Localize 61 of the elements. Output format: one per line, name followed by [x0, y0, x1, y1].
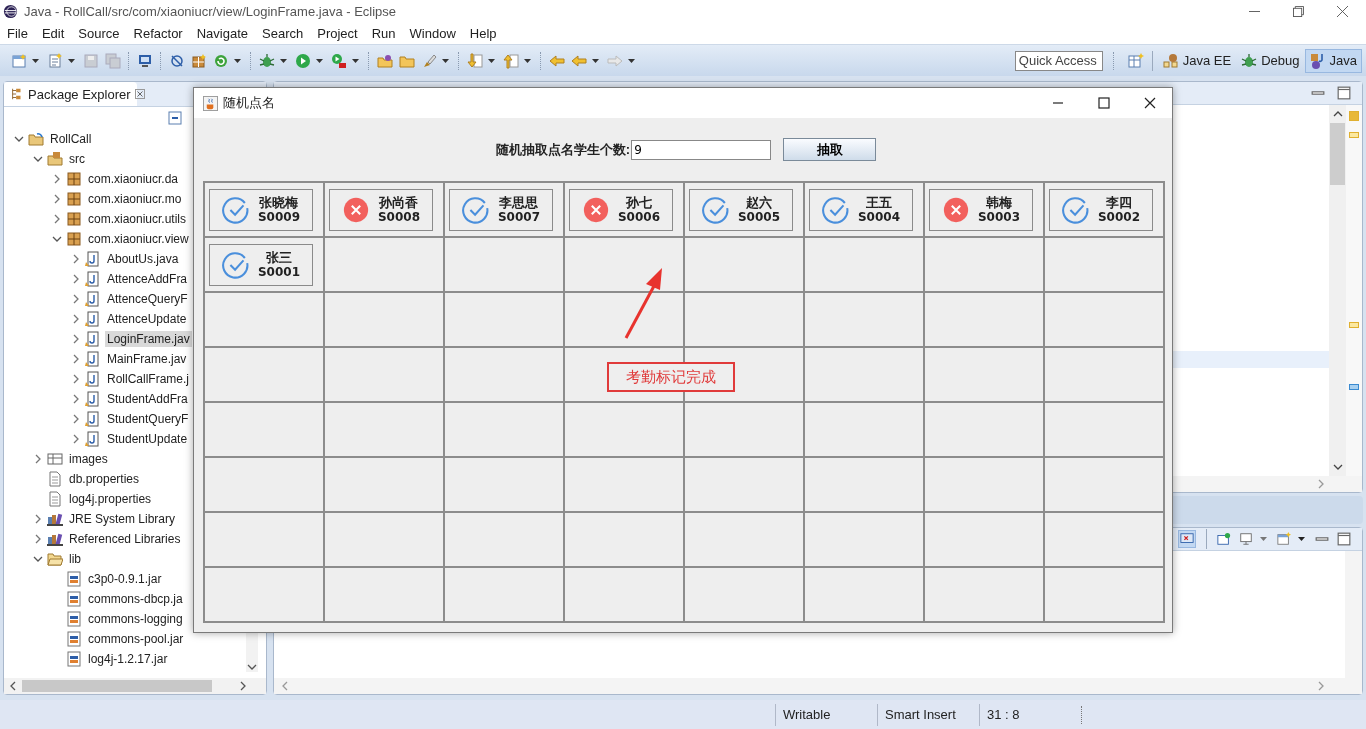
tree-item[interactable]: AttenceAddFra — [105, 271, 190, 287]
tree-item[interactable]: LoginFrame.jav — [105, 331, 192, 347]
student-card[interactable]: 张三 S0001 — [209, 243, 313, 286]
tree-item[interactable]: JRE System Library — [67, 511, 178, 527]
student-card[interactable]: 孙尚香 S0008 — [329, 188, 433, 231]
tab-label: Package Explorer — [28, 86, 131, 102]
tree-item[interactable]: StudentQueryF — [105, 411, 191, 427]
menu-item[interactable]: Help — [469, 25, 497, 41]
annotation-label: 考勤标记完成 — [607, 362, 735, 392]
student-card[interactable]: 王五 S0004 — [809, 188, 913, 231]
tree-item[interactable]: RollCallFrame.j — [105, 371, 191, 387]
count-field[interactable]: 9 — [631, 139, 772, 160]
count-label: 随机抽取点名学生个数: — [495, 140, 631, 159]
perspective-button[interactable]: Java — [1304, 48, 1362, 73]
student-card[interactable]: 赵六 S0005 — [689, 188, 793, 231]
tree-item[interactable]: src — [67, 151, 87, 167]
status-text: Smart Insert — [877, 703, 979, 726]
tree-item[interactable]: StudentAddFra — [105, 391, 190, 407]
tree-item[interactable]: lib — [67, 551, 83, 567]
tree-item[interactable]: c3p0-0.9.1.jar — [86, 571, 164, 587]
tree-item[interactable]: AboutUs.java — [105, 251, 181, 267]
tree-item[interactable]: images — [67, 451, 110, 467]
tree-item[interactable]: log4j-1.2.17.jar — [86, 651, 170, 667]
student-card[interactable]: 李思思 S0007 — [449, 188, 553, 231]
tree-item[interactable]: commons-pool.jar — [86, 631, 186, 647]
menu-item[interactable]: Navigate — [196, 25, 248, 41]
menu-item[interactable]: Refactor — [133, 25, 183, 41]
status-text: Writable — [775, 703, 877, 726]
menu-item[interactable]: Run — [371, 25, 396, 41]
perspective-button[interactable]: Debug — [1236, 48, 1305, 73]
student-card[interactable]: 李四 S0002 — [1049, 188, 1153, 231]
tree-item[interactable]: com.xiaoniucr.utils — [86, 211, 189, 227]
tree-item[interactable]: com.xiaoniucr.da — [86, 171, 181, 187]
tree-item[interactable]: commons-logging — [86, 611, 185, 627]
menu-item[interactable]: Window — [409, 25, 456, 41]
draw-button[interactable]: 抽取 — [783, 138, 877, 161]
student-card[interactable]: 韩梅 S0003 — [929, 188, 1033, 231]
menu-item[interactable]: File — [7, 25, 28, 41]
menu-item[interactable]: Project — [317, 25, 358, 41]
tree-item[interactable]: StudentUpdate — [105, 431, 190, 447]
menu-item[interactable]: Edit — [41, 25, 65, 41]
student-card[interactable]: 孙七 S0006 — [569, 188, 673, 231]
tree-item[interactable]: MainFrame.jav — [105, 351, 189, 367]
tree-item[interactable]: log4j.properties — [67, 491, 154, 507]
tree-item[interactable]: db.properties — [67, 471, 142, 487]
menu-item[interactable]: Source — [78, 25, 120, 41]
tree-item[interactable]: commons-dbcp.ja — [86, 591, 185, 607]
package-explorer-tab[interactable]: Package Explorer — [4, 82, 137, 106]
tree-item[interactable]: AttenceQueryF — [105, 291, 190, 307]
dialog-title: 随机点名 — [223, 94, 275, 112]
tree-item[interactable]: RollCall — [48, 131, 94, 147]
menu-item[interactable]: Search — [262, 25, 304, 41]
status-text: 31 : 8 — [979, 703, 1081, 726]
perspective-button[interactable]: Java EE — [1157, 48, 1237, 73]
window-title: Java - RollCall/src/com/xiaoniucr/view/LoginFrame.java - Eclipse — [24, 3, 397, 19]
tree-item[interactable]: AttenceUpdate — [105, 311, 189, 327]
student-card[interactable]: 张晓梅 S0009 — [209, 188, 313, 231]
tree-item[interactable]: com.xiaoniucr.mo — [86, 191, 184, 207]
tree-item[interactable]: Referenced Libraries — [67, 531, 183, 547]
quick-access-field[interactable]: Quick Access — [1014, 50, 1103, 71]
tree-item[interactable]: com.xiaoniucr.view — [86, 231, 191, 247]
